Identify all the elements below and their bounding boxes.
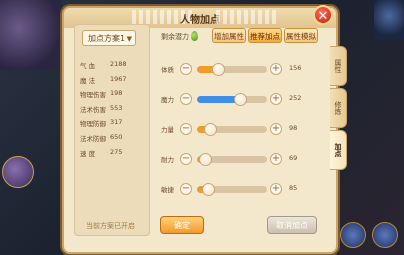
stat-value: 553 [110,103,123,112]
side-tab[interactable]: 修炼 [330,88,347,128]
stats-list: 气 血 2188 魔 法 1967 物理伤害 198 法术伤害 553 物理防御 317 法术防御 6… [80,60,150,162]
stat-label: 法术伤害 [80,105,106,114]
increase-button[interactable]: + [270,183,282,195]
attribute-label: 耐力 [161,156,174,164]
scheme-selected: 加点方案1 [88,34,126,43]
stat-row: 物理伤害 198 [80,89,150,104]
attribute-value: 156 [289,64,302,72]
stat-value: 2188 [110,60,127,68]
potion-icon [191,31,198,41]
tab-button[interactable]: 推荐加点 [248,28,282,43]
stat-row: 物理防御 317 [80,118,150,133]
attribute-label: 力量 [161,126,174,134]
background-character-top-left [0,0,62,70]
stat-label: 物理防御 [80,120,106,129]
title-decoration [216,10,276,24]
side-tab[interactable]: 属性 [330,46,347,86]
decrease-button[interactable]: − [180,63,192,75]
stat-value: 1967 [110,74,127,83]
skill-icon[interactable] [372,222,398,248]
attribute-label: 敏捷 [161,186,174,194]
stat-row: 速 度 275 [80,148,150,163]
stat-value: 275 [110,147,123,156]
stat-label: 速 度 [80,149,96,158]
attribute-value: 69 [289,154,298,162]
cancel-points-button[interactable]: 取消加点 [267,216,317,234]
attribute-value: 252 [289,94,302,102]
attribute-slider[interactable] [197,96,267,103]
background-action-icons [340,220,400,250]
attribute-value: 98 [289,124,298,132]
tab-button[interactable]: 增加属性 [212,28,246,43]
increase-button[interactable]: + [270,123,282,135]
chevron-down-icon: ▼ [126,35,132,43]
increase-button[interactable]: + [270,93,282,105]
attribute-slider[interactable] [197,66,267,73]
side-tab[interactable]: 加点 [330,130,347,170]
slider-handle[interactable] [212,63,225,76]
player-portrait[interactable] [2,156,34,188]
slider-handle[interactable] [201,183,215,196]
stat-label: 法术防御 [80,134,106,143]
stat-row: 魔 法 1967 [80,75,150,90]
tab-button[interactable]: 属性模拟 [284,28,318,43]
stat-row: 气 血 2188 [80,60,150,75]
decrease-button[interactable]: − [180,93,192,105]
close-button[interactable]: ✕ [313,5,333,25]
stat-value: 650 [110,132,123,141]
stat-row: 法术防御 650 [80,133,150,148]
attribute-label: 体质 [161,66,174,74]
slider-handle[interactable] [203,123,217,136]
scheme-status: 当前方案已开启 [86,222,135,230]
close-icon: ✕ [317,9,329,24]
stat-label: 物理伤害 [80,91,106,100]
decrease-button[interactable]: − [180,183,192,195]
skill-icon[interactable] [340,222,366,248]
stat-label: 气 血 [80,62,96,70]
decrease-button[interactable]: − [180,123,192,135]
decrease-button[interactable]: − [180,153,192,165]
stat-value: 317 [110,118,123,127]
stat-label: 魔 法 [80,76,96,85]
remaining-points-label: 剩余潜力 [161,33,189,41]
stat-row: 法术伤害 553 [80,104,150,119]
attribute-label: 魔力 [161,96,174,104]
background-character-top-right [374,0,404,40]
confirm-button[interactable]: 确定 [160,216,204,234]
increase-button[interactable]: + [270,153,282,165]
increase-button[interactable]: + [270,63,282,75]
scheme-dropdown[interactable]: 加点方案1 ▼ [82,30,136,46]
attribute-value: 85 [289,184,298,192]
stat-value: 198 [110,89,123,98]
